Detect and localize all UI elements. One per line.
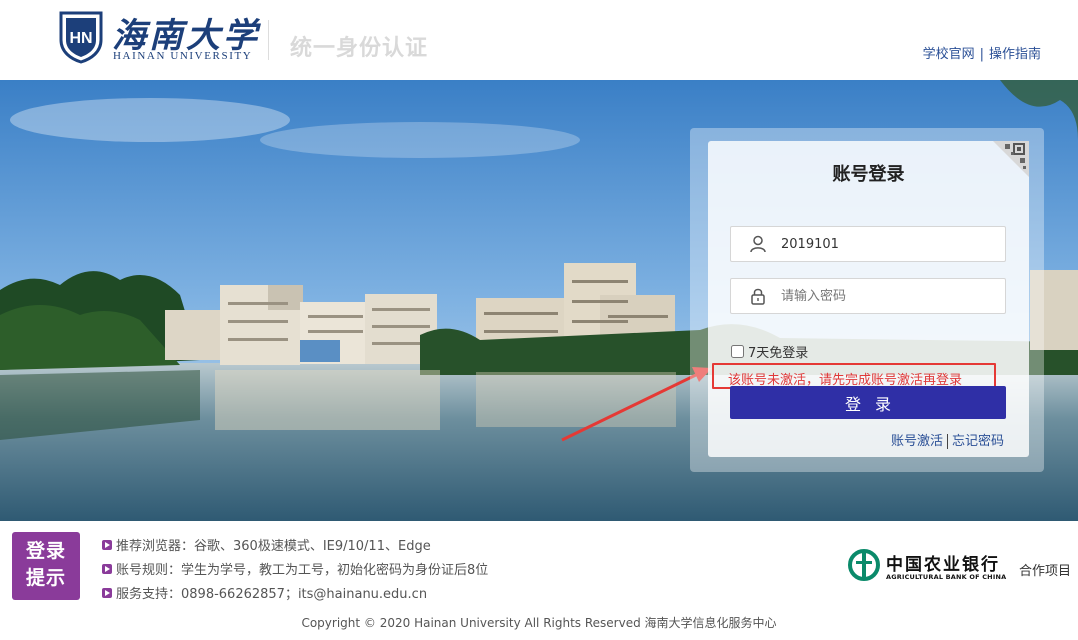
link-divider xyxy=(946,434,948,449)
tip-support: 服务支持：0898-66262857；its@hainanu.edu.cn xyxy=(102,583,427,602)
tip-account-rule: 账号规则：学生为学号，教工为工号，初始化密码为身份证后8位 xyxy=(102,559,488,578)
tip-browser-text: 推荐浏览器：谷歌、360极速模式、IE9/10/11、Edge xyxy=(116,539,431,554)
top-link-divider: | xyxy=(979,47,984,62)
copyright: Copyright © 2020 Hainan University All R… xyxy=(301,616,777,630)
lock-icon xyxy=(751,288,765,305)
guide-link[interactable]: 操作指南 xyxy=(989,47,1041,62)
tip-account-rule-text: 账号规则：学生为学号，教工为工号，初始化密码为身份证后8位 xyxy=(116,563,489,578)
card-links: 账号激活 忘记密码 xyxy=(891,430,1004,449)
password-field xyxy=(730,278,1006,314)
university-emblem-icon: HN xyxy=(59,11,103,64)
header: HN 海南大学 HAINAN UNIVERSITY 统一身份认证 学校官网 | 操作… xyxy=(0,0,1078,80)
remember-checkbox[interactable] xyxy=(731,345,744,358)
activate-account-link[interactable]: 账号激活 xyxy=(891,434,943,449)
bank-name-en: AGRICULTURAL BANK OF CHINA xyxy=(886,573,1007,581)
university-name-en: HAINAN UNIVERSITY xyxy=(113,50,253,62)
svg-text:HN: HN xyxy=(69,30,92,47)
user-icon xyxy=(750,235,766,253)
username-input[interactable] xyxy=(781,227,996,261)
forgot-password-link[interactable]: 忘记密码 xyxy=(952,434,1004,449)
tip-support-text: 服务支持：0898-66262857；its@hainanu.edu.cn xyxy=(116,587,428,602)
bank-logo-icon xyxy=(848,549,880,581)
top-links: 学校官网 | 操作指南 xyxy=(923,43,1041,62)
bullet-icon xyxy=(102,587,112,598)
login-tips-badge: 登录 提示 xyxy=(12,532,80,600)
school-website-link[interactable]: 学校官网 xyxy=(923,47,975,62)
password-input[interactable] xyxy=(781,279,996,313)
bullet-icon xyxy=(102,563,112,574)
remember-label: 7天免登录 xyxy=(748,346,809,361)
header-divider xyxy=(268,20,269,60)
username-field xyxy=(730,226,1006,262)
login-title: 账号登录 xyxy=(832,164,905,185)
badge-line-2: 提示 xyxy=(25,567,66,589)
bank-name-cn: 中国农业银行 xyxy=(886,555,1000,575)
remember-me[interactable]: 7天免登录 xyxy=(731,342,808,361)
login-button[interactable]: 登录 xyxy=(730,386,1006,419)
system-title: 统一身份认证 xyxy=(290,36,429,61)
tip-browser: 推荐浏览器：谷歌、360极速模式、IE9/10/11、Edge xyxy=(102,535,431,554)
partner-label: 合作项目 xyxy=(1019,564,1072,579)
badge-line-1: 登录 xyxy=(25,540,66,562)
bullet-icon xyxy=(102,539,112,550)
